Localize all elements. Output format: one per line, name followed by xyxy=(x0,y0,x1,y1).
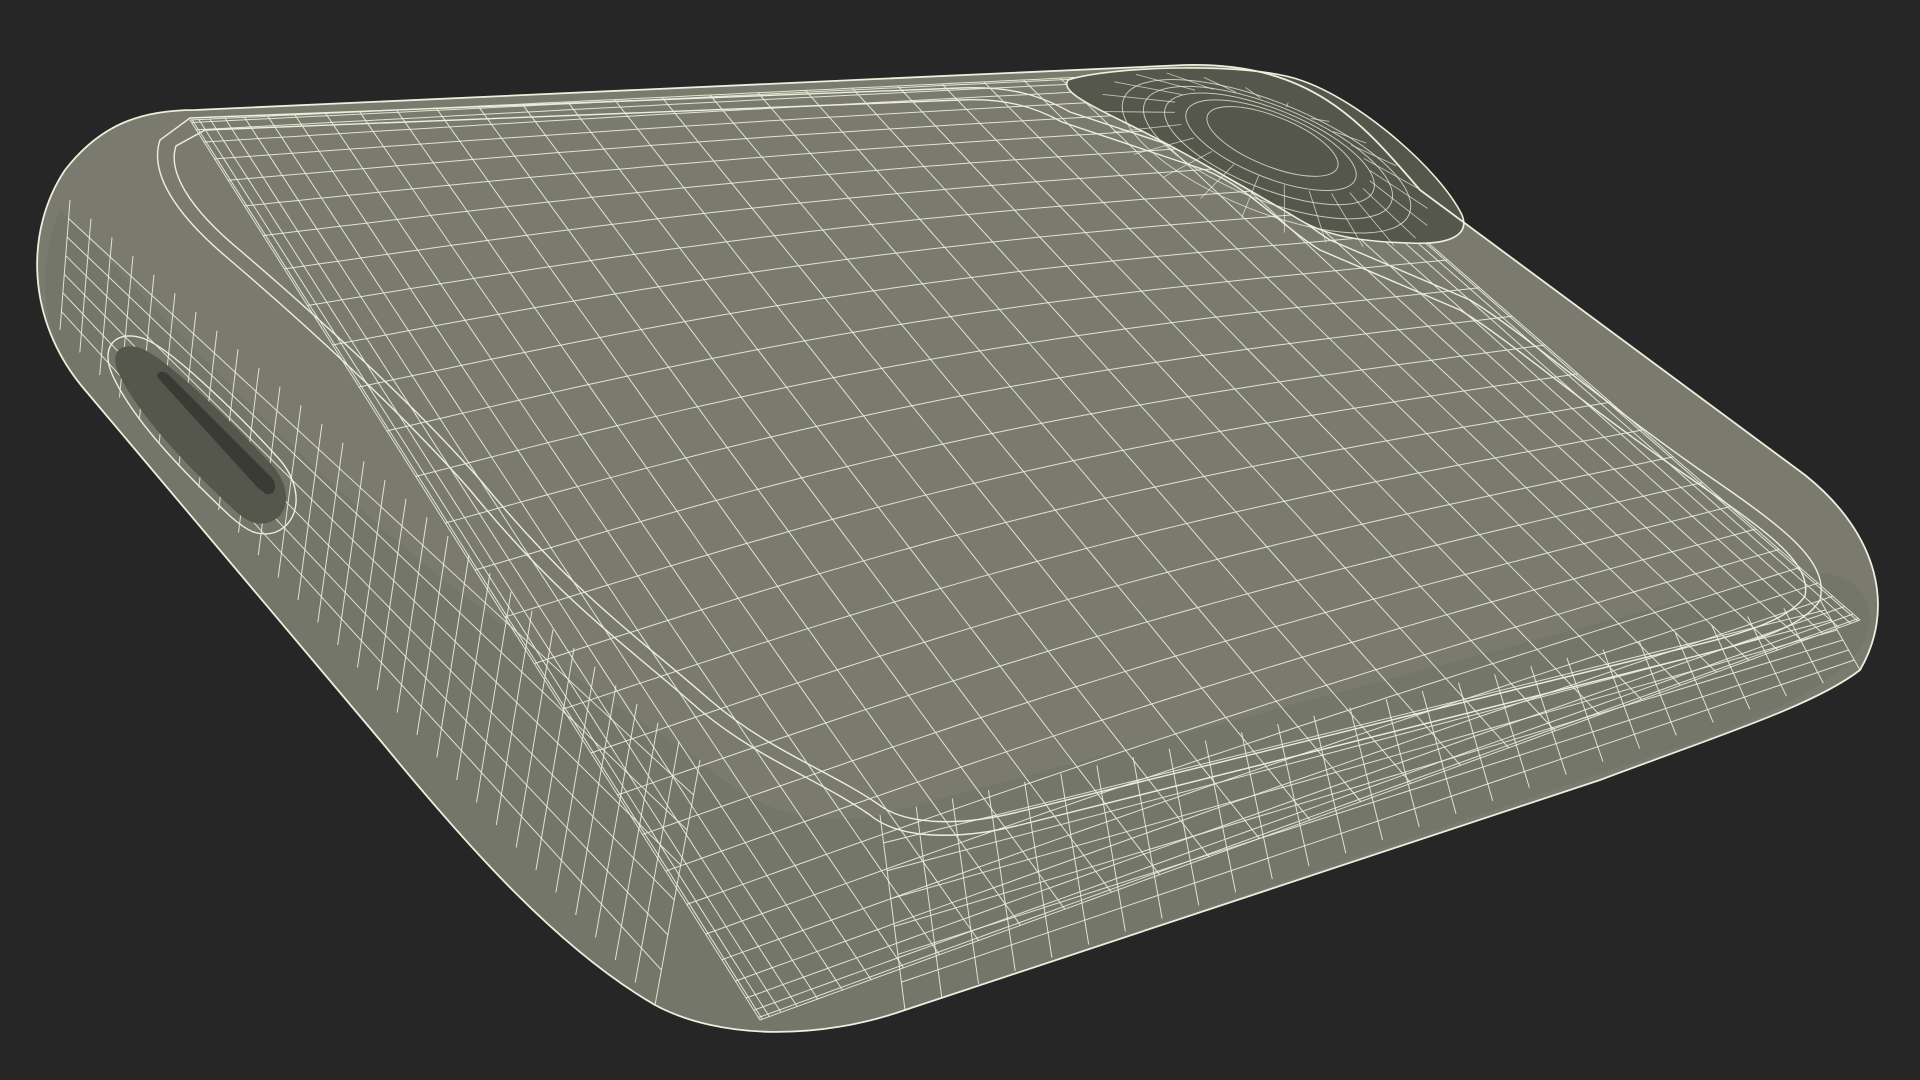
3d-viewport[interactable] xyxy=(0,0,1920,1080)
wireframe-model xyxy=(36,64,1879,1033)
